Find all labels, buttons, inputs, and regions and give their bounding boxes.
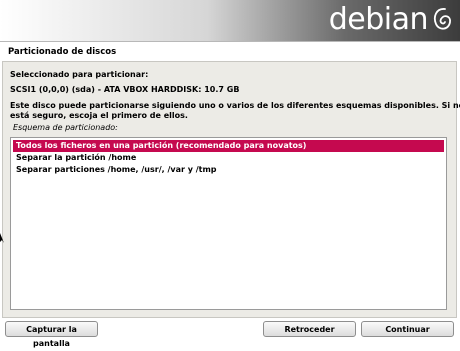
description-line-1: Este disco puede particionarse siguiendo… <box>10 101 460 110</box>
continue-button[interactable]: Continuar <box>361 321 454 337</box>
debian-logo-text: debian <box>328 2 429 37</box>
list-item-all-in-one[interactable]: Todos los ficheros en una partición (rec… <box>13 140 444 152</box>
list-item-separate-partitions[interactable]: Separar particiones /home, /usr/, /var y… <box>13 164 444 176</box>
capture-screen-button[interactable]: Capturar la pantalla <box>5 321 98 348</box>
content-panel: Seleccionado para particionar: SCSI1 (0,… <box>2 61 460 318</box>
list-item-separate-home[interactable]: Separar la partición /home <box>13 152 444 164</box>
disk-info: SCSI1 (0,0,0) (sda) - ATA VBOX HARDDISK:… <box>10 85 240 94</box>
back-button[interactable]: Retroceder <box>263 321 356 337</box>
page-title: Particionado de discos <box>8 47 117 57</box>
mouse-cursor-icon <box>0 233 4 243</box>
partition-scheme-list[interactable]: Todos los ficheros en una partición (rec… <box>10 137 447 310</box>
description-line-2: está seguro, escoja el primero de ellos. <box>10 111 188 120</box>
scheme-label: Esquema de particionado: <box>13 123 118 132</box>
debian-swirl-icon <box>433 8 451 30</box>
header-banner: debian <box>0 0 460 41</box>
selected-label: Seleccionado para particionar: <box>10 70 149 79</box>
header-divider <box>0 41 460 42</box>
